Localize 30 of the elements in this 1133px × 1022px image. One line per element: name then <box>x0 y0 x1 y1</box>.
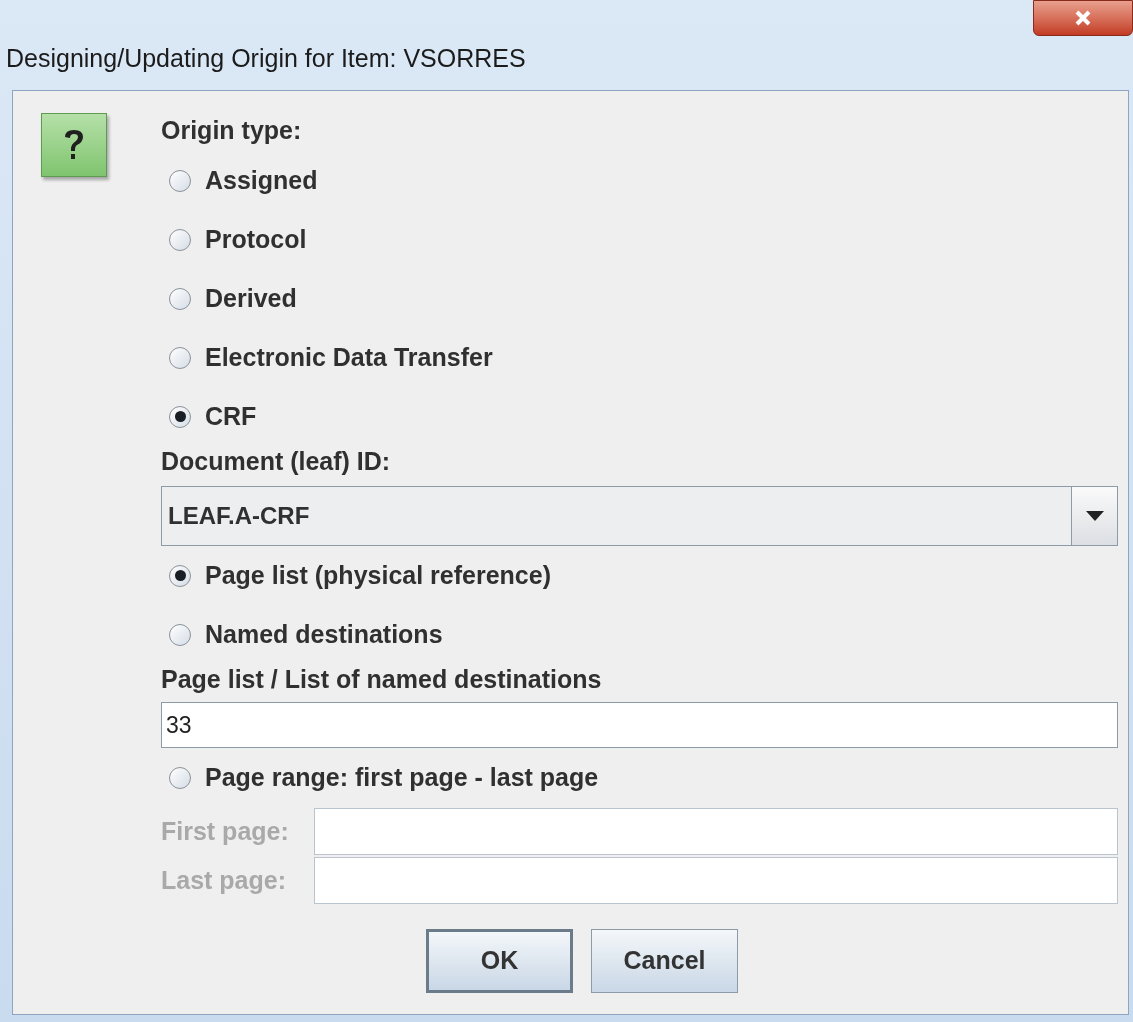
dialog-button[interactable]: Cancel <box>591 929 738 993</box>
page-list-field[interactable]: 33 <box>161 702 1118 748</box>
field-label: Last page: <box>161 864 288 896</box>
dialog-button[interactable]: OK <box>426 929 573 993</box>
radio-label[interactable]: Page list (physical reference) <box>205 556 551 595</box>
field-label: Page list / List of named destinations <box>161 664 603 695</box>
radio-label[interactable]: Derived <box>205 279 297 318</box>
radio-button[interactable] <box>169 766 191 789</box>
section-label: Origin type: <box>161 115 303 147</box>
window-title: Designing/Updating Origin for Item: VSORRES <box>6 43 526 74</box>
radio-button[interactable] <box>169 287 191 310</box>
dropdown-arrow-icon <box>1085 511 1104 521</box>
close-icon <box>1074 10 1092 26</box>
close-button[interactable] <box>1033 0 1133 36</box>
radio-label[interactable]: CRF <box>205 397 257 436</box>
radio-button[interactable] <box>169 564 191 587</box>
radio-label[interactable]: Electronic Data Transfer <box>205 338 493 377</box>
radio-button[interactable] <box>169 405 191 428</box>
radio-label[interactable]: Assigned <box>205 161 318 200</box>
field-label: Document (leaf) ID: <box>161 446 392 477</box>
field-label: First page: <box>161 815 290 847</box>
question-icon <box>41 113 107 177</box>
radio-button[interactable] <box>169 623 191 646</box>
radio-button[interactable] <box>169 228 191 251</box>
radio-button[interactable] <box>169 169 191 192</box>
radio-button[interactable] <box>169 346 191 369</box>
radio-label[interactable]: Protocol <box>205 220 307 259</box>
document-dropdown[interactable]: LEAF.A-CRF <box>161 486 1118 546</box>
radio-label[interactable]: Named destinations <box>205 615 443 654</box>
radio-label[interactable]: Page range: first page - last page <box>205 758 599 797</box>
